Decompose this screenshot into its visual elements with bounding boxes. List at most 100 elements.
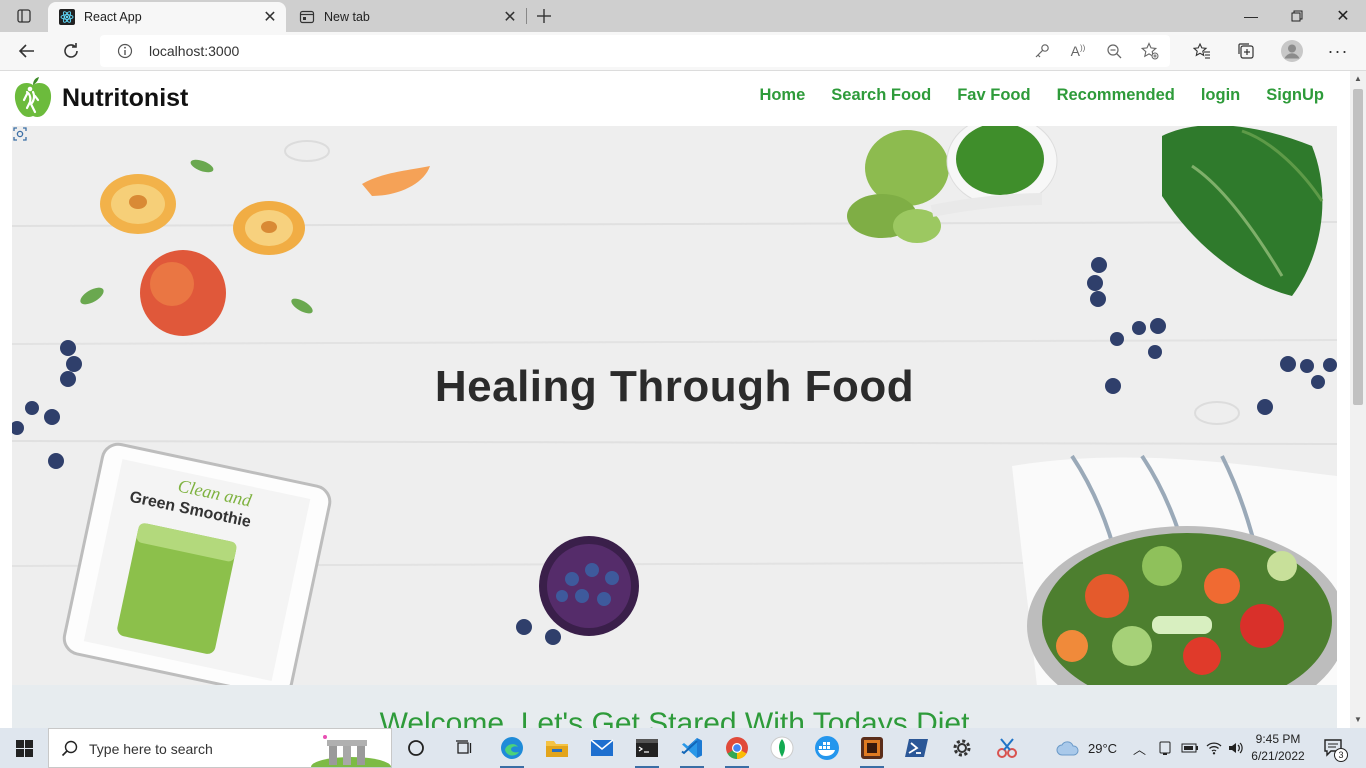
taskbar-game-app[interactable]	[858, 734, 886, 768]
address-bar[interactable]: localhost:3000 A))	[100, 35, 1170, 67]
scroll-down-icon[interactable]: ▼	[1354, 716, 1362, 724]
search-highlight-illustration	[311, 735, 391, 767]
taskbar-vscode[interactable]	[678, 734, 706, 768]
windows-taskbar: Type here to search 29°C ︿ 9:45 PM 6/21/…	[0, 728, 1366, 768]
site-navbar: Nutritonist Home Search Food Fav Food Re…	[0, 71, 1350, 126]
minimize-icon: —	[1244, 8, 1258, 24]
task-view-icon	[456, 740, 472, 754]
taskbar-snipping[interactable]	[993, 734, 1021, 762]
zoom-out-icon[interactable]	[1104, 41, 1124, 61]
weather-widget[interactable]: 29°C	[1056, 728, 1117, 768]
read-aloud-icon[interactable]: A))	[1068, 41, 1088, 61]
more-dots-icon: ···	[1327, 41, 1349, 61]
taskbar-mongodb[interactable]	[768, 734, 796, 762]
folder-icon	[546, 741, 568, 757]
game-app-icon	[861, 737, 883, 759]
close-icon: ✕	[1336, 8, 1350, 25]
device-icon	[1159, 741, 1171, 755]
taskbar-settings[interactable]	[948, 734, 976, 762]
react-icon	[59, 9, 75, 25]
apple-logo-icon	[14, 77, 52, 117]
taskbar-file-explorer[interactable]	[543, 734, 571, 762]
terminal-icon	[636, 739, 658, 757]
taskbar-clock[interactable]: 9:45 PM 6/21/2022	[1240, 731, 1316, 765]
scroll-up-icon[interactable]: ▲	[1354, 75, 1362, 83]
favorites-icon	[1193, 42, 1210, 59]
cortana-button[interactable]	[402, 734, 430, 762]
back-button[interactable]	[13, 37, 41, 65]
visual-search-icon[interactable]	[12, 126, 28, 142]
battery-button[interactable]	[1181, 728, 1199, 768]
peach-half-1	[100, 174, 176, 234]
url-text: localhost:3000	[149, 43, 240, 59]
refresh-icon	[64, 43, 78, 58]
back-arrow-icon	[18, 44, 34, 58]
key-icon[interactable]	[1032, 41, 1052, 61]
new-tab-button[interactable]	[532, 4, 556, 28]
mail-icon	[590, 739, 614, 756]
taskbar-powershell[interactable]	[903, 734, 931, 762]
powershell-icon	[905, 739, 928, 757]
tab-actions-button[interactable]	[8, 4, 40, 28]
taskbar-docker[interactable]	[813, 734, 841, 762]
nav-fav-food-link[interactable]: Fav Food	[957, 86, 1030, 105]
restore-icon	[1291, 10, 1303, 22]
nav-login-link[interactable]: login	[1201, 86, 1240, 105]
cortana-icon	[408, 740, 424, 756]
profile-button[interactable]	[1278, 37, 1306, 65]
nav-search-food-link[interactable]: Search Food	[831, 86, 931, 105]
wifi-icon	[1206, 742, 1222, 755]
taskbar-mail[interactable]	[588, 734, 616, 762]
tab-title: New tab	[324, 10, 370, 24]
clock-date: 6/21/2022	[1251, 749, 1305, 763]
nav-home-link[interactable]: Home	[759, 86, 805, 105]
vscode-icon	[681, 738, 702, 758]
page-scrollbar[interactable]: ▲ ▼	[1350, 71, 1366, 728]
notification-center-button[interactable]: 3	[1324, 728, 1348, 768]
settings-more-button[interactable]: ···	[1324, 37, 1352, 65]
close-window-button[interactable]: ✕	[1320, 0, 1366, 32]
info-icon[interactable]	[117, 43, 133, 59]
plus-icon	[537, 9, 551, 23]
network-button[interactable]	[1206, 728, 1222, 768]
show-hidden-icons-button[interactable]: ︿	[1133, 728, 1146, 768]
tab-title: React App	[84, 10, 142, 24]
chevron-up-icon: ︿	[1133, 741, 1147, 757]
clock-time: 9:45 PM	[1255, 732, 1301, 746]
brand-name: Nutritonist	[62, 83, 189, 112]
meet-now-button[interactable]	[1157, 728, 1173, 768]
notification-count-badge: 3	[1334, 748, 1348, 762]
collections-button[interactable]	[1232, 37, 1260, 65]
welcome-heading: Welcome, Let's Get Stared With Todays Di…	[379, 707, 970, 728]
favorites-button[interactable]	[1188, 37, 1216, 65]
taskbar-chrome[interactable]	[723, 734, 751, 768]
brand[interactable]: Nutritonist	[12, 76, 188, 120]
scrollbar-thumb[interactable]	[1353, 89, 1363, 405]
tab-divider	[526, 8, 527, 24]
gear-icon	[953, 739, 971, 757]
tab-new-tab[interactable]: New tab ✕	[288, 2, 526, 32]
start-button[interactable]	[0, 728, 48, 768]
tab-react-app[interactable]: React App ✕	[48, 2, 286, 32]
collections-icon	[1238, 43, 1254, 59]
search-icon	[61, 740, 78, 757]
nav-recommended-link[interactable]: Recommended	[1057, 86, 1175, 105]
add-favorite-icon[interactable]	[1140, 41, 1160, 61]
browser-toolbar: localhost:3000 A)) ···	[0, 32, 1366, 71]
taskbar-edge[interactable]	[498, 734, 526, 768]
peach-half-2	[233, 201, 305, 255]
chrome-icon	[726, 737, 748, 759]
restore-button[interactable]	[1274, 0, 1320, 32]
minimize-button[interactable]: —	[1228, 0, 1274, 32]
hero-banner-image: Clean and Green Smoothie Healing Through…	[12, 126, 1337, 685]
berry-bowl	[539, 536, 639, 636]
nav-signup-link[interactable]: SignUp	[1266, 86, 1324, 105]
close-tab-icon[interactable]: ✕	[258, 5, 282, 29]
edge-icon	[501, 737, 523, 759]
taskbar-terminal[interactable]	[633, 734, 661, 768]
task-view-button[interactable]	[450, 734, 478, 762]
tab-strip: React App ✕ New tab ✕ — ✕	[0, 0, 1366, 32]
refresh-button[interactable]	[57, 37, 85, 65]
close-tab-icon[interactable]: ✕	[498, 5, 522, 29]
taskbar-search-box[interactable]: Type here to search	[48, 728, 392, 768]
